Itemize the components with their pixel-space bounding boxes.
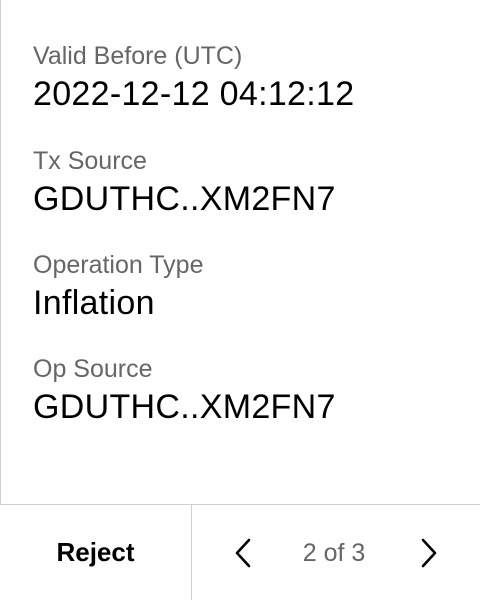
- field-label: Tx Source: [33, 147, 147, 175]
- chevron-left-icon[interactable]: [225, 535, 261, 571]
- page-indicator: 2 of 3: [302, 539, 366, 567]
- field-value: 2022-12-12 04:12:12: [33, 75, 355, 113]
- action-footer: Reject 2 of 3: [0, 504, 480, 600]
- left-border: [0, 0, 1, 505]
- field-value: GDUTHC..XM2FN7: [33, 388, 336, 426]
- field-value: Inflation: [33, 284, 155, 322]
- field-valid-before: Valid Before (UTC) 2022-12-12 04:12:12: [33, 40, 354, 116]
- chevron-right-icon[interactable]: [411, 535, 447, 571]
- field-label: Operation Type: [33, 251, 204, 279]
- reject-button[interactable]: Reject: [0, 505, 192, 600]
- pager: 2 of 3: [192, 505, 480, 600]
- field-op-source: Op Source GDUTHC..XM2FN7: [33, 353, 336, 429]
- field-tx-source: Tx Source GDUTHC..XM2FN7: [33, 145, 336, 221]
- field-label: Op Source: [33, 355, 153, 383]
- field-operation-type: Operation Type Inflation: [33, 249, 203, 325]
- field-value: GDUTHC..XM2FN7: [33, 180, 336, 218]
- field-label: Valid Before (UTC): [33, 42, 243, 70]
